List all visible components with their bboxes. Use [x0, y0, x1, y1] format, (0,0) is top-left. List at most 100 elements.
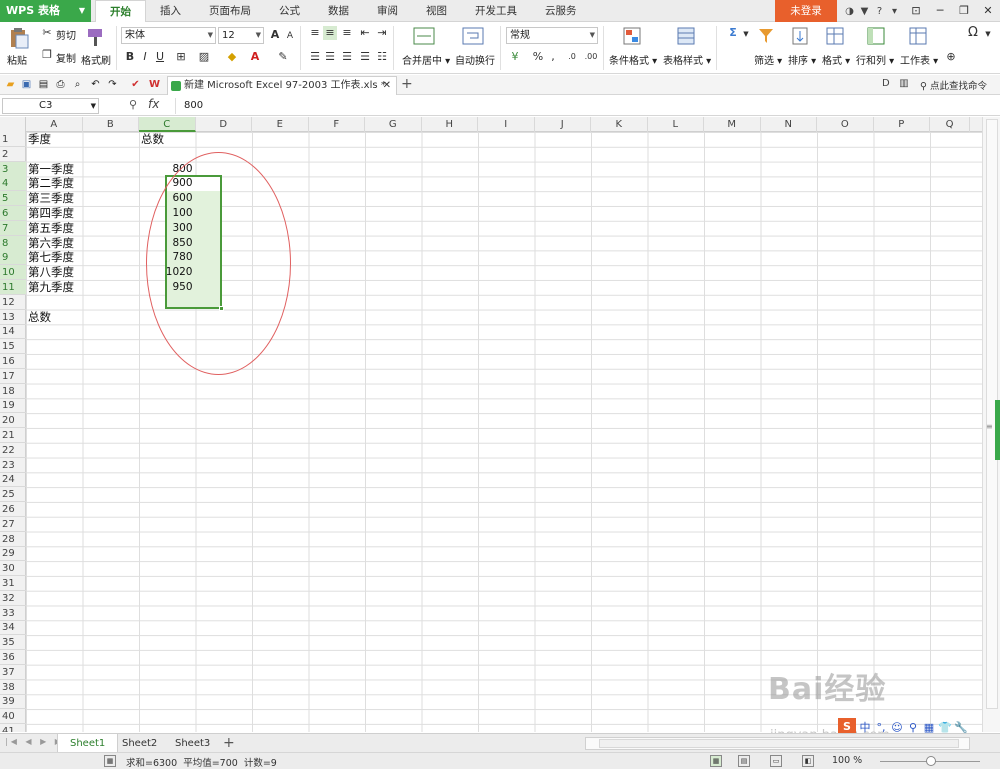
column-header-i[interactable]: I	[478, 117, 535, 132]
row-header[interactable]: 14	[0, 324, 26, 340]
tab-1[interactable]: 插入	[146, 0, 195, 22]
clear-format-icon[interactable]: ✎	[276, 50, 290, 64]
column-header-j[interactable]: J	[535, 117, 591, 132]
sheet-view-icon[interactable]: ▦	[104, 755, 116, 767]
row-header[interactable]: 25	[0, 487, 26, 503]
copy-button[interactable]: 复制	[56, 50, 76, 65]
side-panel-toggle[interactable]	[995, 400, 1000, 460]
command-search[interactable]: ⚲ 点此查找命令	[920, 78, 987, 92]
column-header-e[interactable]: E	[252, 117, 309, 132]
font-size-select[interactable]: 12 ▼	[218, 27, 264, 44]
fx-icon[interactable]: fx	[148, 97, 159, 111]
column-header-d[interactable]: D	[196, 117, 252, 132]
column-header-m[interactable]: M	[704, 117, 761, 132]
row-header[interactable]: 3	[0, 161, 26, 177]
border-icon[interactable]: ⊞	[174, 50, 188, 64]
row-header[interactable]: 37	[0, 665, 26, 680]
row-header[interactable]: 2	[0, 147, 26, 162]
number-format-select[interactable]: 常规 ▼	[506, 27, 598, 44]
column-header-p[interactable]: P	[874, 117, 930, 132]
row-header[interactable]: 34	[0, 620, 26, 636]
merge-center-icon[interactable]	[413, 26, 435, 46]
row-header[interactable]: 24	[0, 472, 26, 488]
help-icon[interactable]: ?	[872, 6, 887, 17]
column-header-f[interactable]: F	[309, 117, 365, 132]
cell-a6[interactable]: 第四季度	[28, 206, 74, 221]
row-header[interactable]: 26	[0, 502, 26, 517]
decrease-font-icon[interactable]: A	[283, 29, 297, 43]
row-header[interactable]: 41	[0, 724, 26, 732]
row-header[interactable]: 36	[0, 650, 26, 665]
minimize-icon[interactable]: ─	[928, 0, 952, 22]
row-header[interactable]: 40	[0, 709, 26, 725]
row-header[interactable]: 7	[0, 220, 26, 236]
row-header[interactable]: 17	[0, 369, 26, 384]
login-button[interactable]: 未登录	[775, 0, 837, 22]
eye-protection-icon[interactable]: ◧	[802, 755, 814, 767]
cell-a5[interactable]: 第三季度	[28, 191, 74, 206]
format-icon[interactable]	[825, 26, 845, 46]
column-header-k[interactable]: K	[591, 117, 648, 132]
row-header[interactable]: 32	[0, 591, 26, 606]
format-painter-button[interactable]: 格式刷	[81, 52, 111, 67]
fill-color-icon[interactable]: ◆	[225, 50, 239, 64]
row-header[interactable]: 6	[0, 206, 26, 221]
align-left-icon[interactable]: ☰	[308, 50, 322, 64]
currency-icon[interactable]: ¥	[508, 50, 522, 64]
cell-a4[interactable]: 第二季度	[28, 176, 74, 191]
worksheet-icon[interactable]	[908, 26, 928, 46]
chevron-down-icon[interactable]: ▼	[739, 27, 753, 41]
cell-a11[interactable]: 第九季度	[28, 280, 74, 295]
row-header[interactable]: 23	[0, 458, 26, 473]
tab-4[interactable]: 数据	[314, 0, 363, 22]
align-top-icon[interactable]: ≡	[308, 26, 322, 40]
wps-logo-icon[interactable]: W	[148, 78, 161, 91]
row-header[interactable]: 8	[0, 235, 26, 251]
cell-a9[interactable]: 第七季度	[28, 250, 74, 265]
reading-mode-icon[interactable]: ▭	[770, 755, 782, 767]
row-header[interactable]: 39	[0, 694, 26, 710]
cell-fill-icon[interactable]: ▨	[197, 50, 211, 64]
align-bottom-icon[interactable]: ≡	[340, 26, 354, 40]
row-col-icon[interactable]	[866, 26, 886, 46]
print-preview-icon[interactable]: ⌕	[71, 78, 84, 91]
conditional-format-icon[interactable]	[622, 26, 642, 46]
filter-button[interactable]: 筛选 ▾	[754, 52, 782, 67]
sheet-tab-sheet3[interactable]: Sheet3	[163, 734, 222, 753]
align-right-icon[interactable]: ☰	[340, 50, 354, 64]
close-icon[interactable]: ✕	[976, 0, 1000, 22]
app-menu-button[interactable]: WPS 表格 ▼	[0, 0, 91, 22]
format-button[interactable]: 格式 ▾	[822, 52, 850, 67]
filter-icon[interactable]	[757, 26, 775, 46]
formula-input[interactable]: 800	[175, 98, 998, 114]
paste-label[interactable]: 粘贴	[7, 52, 27, 67]
row-header[interactable]: 19	[0, 398, 26, 414]
document-tab[interactable]: 新建 Microsoft Excel 97-2003 工作表.xls * ✕	[167, 76, 397, 95]
zoom-icon[interactable]: ⚲	[129, 98, 137, 111]
copy-icon[interactable]: ❐	[40, 48, 54, 62]
percent-icon[interactable]: %	[531, 50, 545, 64]
tab-6[interactable]: 视图	[412, 0, 461, 22]
column-header-a[interactable]: A	[26, 117, 83, 132]
increase-decimal-icon[interactable]: .0	[565, 50, 579, 64]
cut-button[interactable]: 剪切	[56, 27, 76, 42]
select-all-corner[interactable]	[0, 117, 26, 132]
wrap-text-button[interactable]: 自动换行	[455, 52, 495, 67]
undo-icon[interactable]: ↶	[89, 78, 102, 91]
column-header-g[interactable]: G	[365, 117, 422, 132]
row-header[interactable]: 33	[0, 606, 26, 621]
shirt-icon[interactable]: ▼	[857, 6, 872, 17]
row-header[interactable]: 20	[0, 413, 26, 429]
justify-icon[interactable]: ☰	[358, 50, 372, 64]
wrap-text-icon[interactable]	[462, 26, 484, 46]
row-header[interactable]: 10	[0, 265, 26, 281]
ime-tool-icon[interactable]: 👕	[938, 721, 952, 734]
indent-increase-icon[interactable]: ⇥	[375, 26, 389, 40]
cell-a8[interactable]: 第六季度	[28, 236, 74, 251]
column-header-o[interactable]: O	[817, 117, 874, 132]
tab-7[interactable]: 开发工具	[461, 0, 531, 22]
cell-a13[interactable]: 总数	[28, 310, 51, 325]
find-icon[interactable]: ⊕	[944, 50, 958, 64]
underline-button[interactable]: U	[153, 50, 167, 64]
row-header[interactable]: 22	[0, 443, 26, 458]
